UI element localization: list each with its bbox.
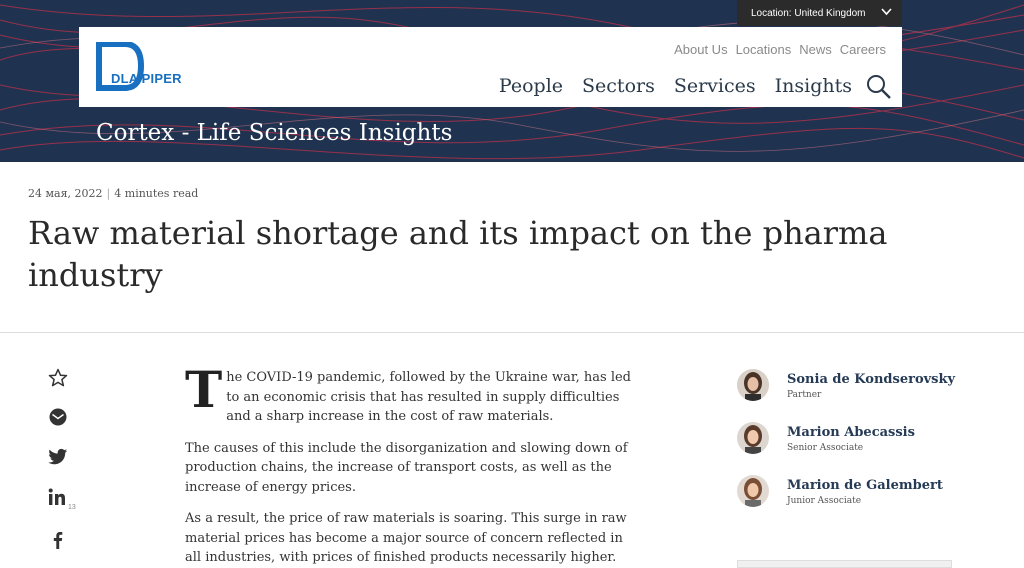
article-date: 24 мая, 2022 [28,187,103,200]
star-icon[interactable] [48,368,68,388]
main-navigation: People Sectors Services Insights [499,75,852,97]
avatar-photo-icon [737,475,769,507]
logo-text: DLA PIPER [111,71,182,86]
read-time: 4 minutes read [114,187,199,200]
linkedin-icon[interactable] [48,488,66,506]
author-card[interactable]: Marion Abecassis Senior Associate [737,422,977,475]
location-selector[interactable]: Location: United Kingdom [737,0,902,26]
article-title: Raw material shortage and its impact on … [28,214,888,294]
article-meta: 24 мая, 2022 | 4 minutes read [28,187,198,200]
author-role: Partner [787,390,822,400]
nav-insights[interactable]: Insights [775,75,852,97]
link-careers[interactable]: Careers [840,42,886,57]
search-icon[interactable] [866,74,892,100]
paragraph: The COVID-19 pandemic, followed by the U… [185,360,631,425]
twitter-icon[interactable] [48,448,68,466]
paragraph: The causes of this include the disorgani… [185,440,628,495]
location-label: Location: United Kingdom [751,7,866,19]
author-name[interactable]: Marion Abecassis [787,425,915,440]
navigation-box: DLA PIPER About Us Locations News Career… [79,27,902,107]
section-title: Cortex - Life Sciences Insights [96,120,453,146]
avatar-photo-icon [737,369,769,401]
nav-services[interactable]: Services [674,75,756,97]
meta-separator: | [106,187,111,200]
link-news[interactable]: News [799,42,832,57]
link-about-us[interactable]: About Us [674,42,727,57]
author-role: Senior Associate [787,443,864,453]
facebook-icon[interactable] [48,530,68,550]
paragraph: As a result, the price of raw materials … [185,511,627,565]
avatar [737,475,769,507]
author-card[interactable]: Marion de Galembert Junior Associate [737,475,977,528]
nav-sectors[interactable]: Sectors [582,75,655,97]
nav-people[interactable]: People [499,75,563,97]
author-list: Sonia de Kondserovsky Partner Marion Abe… [737,369,977,528]
avatar-photo-icon [737,422,769,454]
avatar [737,369,769,401]
author-name[interactable]: Sonia de Kondserovsky [787,372,955,387]
header-divider [0,332,1024,333]
header-banner: Location: United Kingdom DLA PIPER About… [0,0,1024,162]
author-card[interactable]: Sonia de Kondserovsky Partner [737,369,977,422]
article-body: The COVID-19 pandemic, followed by the U… [185,360,635,568]
link-locations[interactable]: Locations [736,42,792,57]
email-icon[interactable] [48,407,68,427]
sidebar-box [737,560,952,568]
author-name[interactable]: Marion de Galembert [787,478,943,493]
author-role: Junior Associate [787,496,862,506]
utility-links: About Us Locations News Careers [674,42,886,57]
chevron-down-icon [881,8,892,16]
linkedin-share-count: 13 [68,504,76,511]
avatar [737,422,769,454]
drop-cap: T [185,360,223,419]
